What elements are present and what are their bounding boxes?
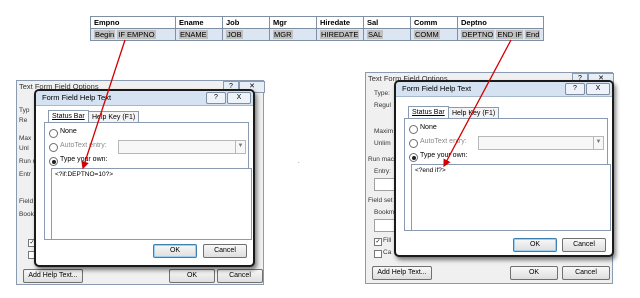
arrow-endif-to-right-dialog [443, 39, 512, 168]
arrow-if-to-left-dialog [81, 39, 126, 170]
annotation-arrows [81, 39, 512, 170]
